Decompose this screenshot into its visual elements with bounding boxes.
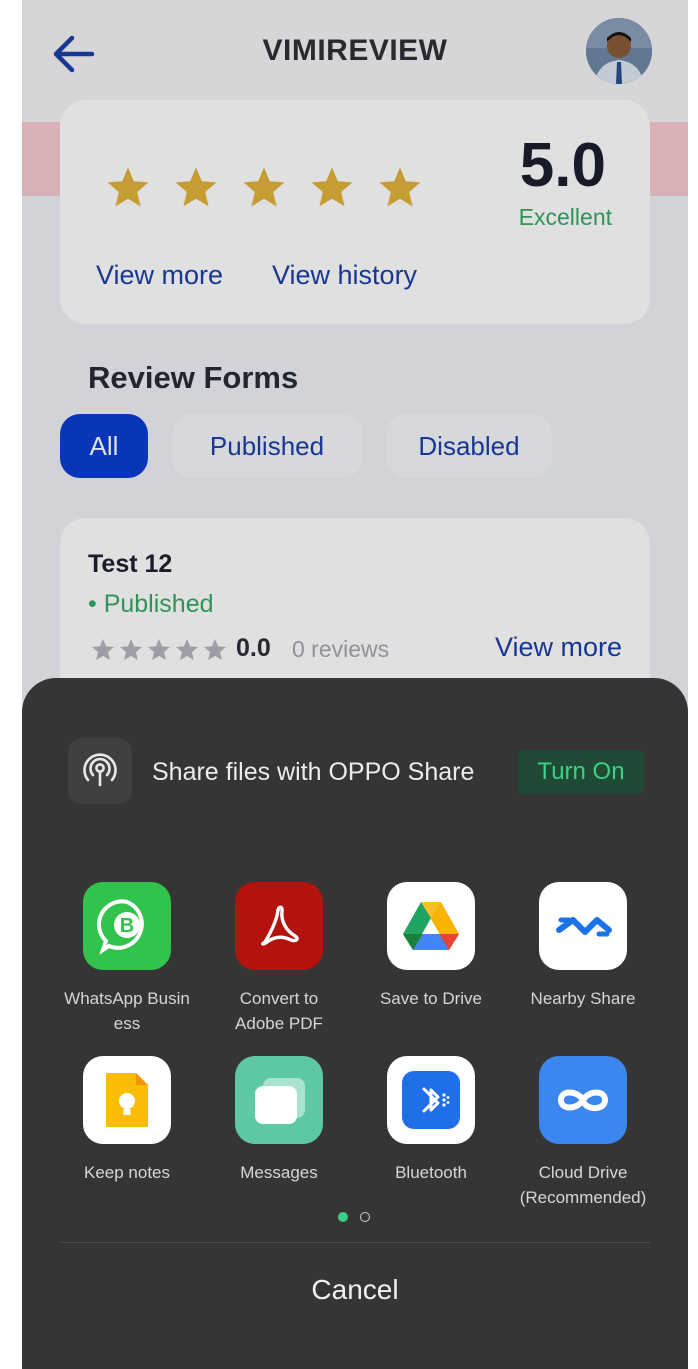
share-target-nearby-share[interactable]: Nearby Share <box>508 882 658 1011</box>
app-label: WhatsApp Busin ess <box>64 989 190 1033</box>
oppo-share-icon <box>68 738 132 804</box>
turn-on-button[interactable]: Turn On <box>518 750 644 794</box>
google-drive-icon <box>387 882 475 970</box>
app-label: Save to Drive <box>379 989 483 1008</box>
oppo-share-text: Share files with OPPO Share <box>152 758 475 786</box>
nearby-share-icon <box>539 882 627 970</box>
share-target-messages[interactable]: Messages <box>204 1056 354 1185</box>
app-label: Bluetooth <box>395 1163 467 1182</box>
broadcast-icon <box>83 753 117 787</box>
share-sheet: Share files with OPPO Share Turn On B Wh… <box>22 678 688 1369</box>
bluetooth-icon <box>387 1056 475 1144</box>
share-target-keep-notes[interactable]: Keep notes <box>52 1056 202 1185</box>
keep-notes-icon <box>83 1056 171 1144</box>
share-target-bluetooth[interactable]: Bluetooth <box>356 1056 506 1185</box>
adobe-pdf-icon <box>235 882 323 970</box>
app-label: Nearby Share <box>530 989 636 1008</box>
app-label: Convert to Adobe PDF <box>235 989 323 1033</box>
cloud-drive-icon <box>539 1056 627 1144</box>
page-indicator <box>338 1212 370 1222</box>
phone-screen: VIMIREVIEW 5.0 Excellent View more View … <box>22 0 688 1369</box>
page-dot-active <box>338 1212 348 1222</box>
share-target-cloud-drive[interactable]: Cloud Drive (Recommended) <box>508 1056 658 1210</box>
app-label: Keep notes <box>83 1163 170 1182</box>
svg-text:B: B <box>120 915 134 937</box>
messages-icon <box>235 1056 323 1144</box>
cancel-button[interactable]: Cancel <box>22 1274 688 1306</box>
whatsapp-business-icon: B <box>83 882 171 970</box>
app-label: Cloud Drive (Recommended) <box>519 1163 647 1207</box>
share-target-adobe-pdf[interactable]: Convert to Adobe PDF <box>204 882 354 1036</box>
share-target-whatsapp-business[interactable]: B WhatsApp Busin ess <box>52 882 202 1036</box>
page-dot-inactive[interactable] <box>360 1212 370 1222</box>
share-target-save-to-drive[interactable]: Save to Drive <box>356 882 506 1011</box>
app-label: Messages <box>240 1163 318 1182</box>
divider <box>60 1242 650 1243</box>
